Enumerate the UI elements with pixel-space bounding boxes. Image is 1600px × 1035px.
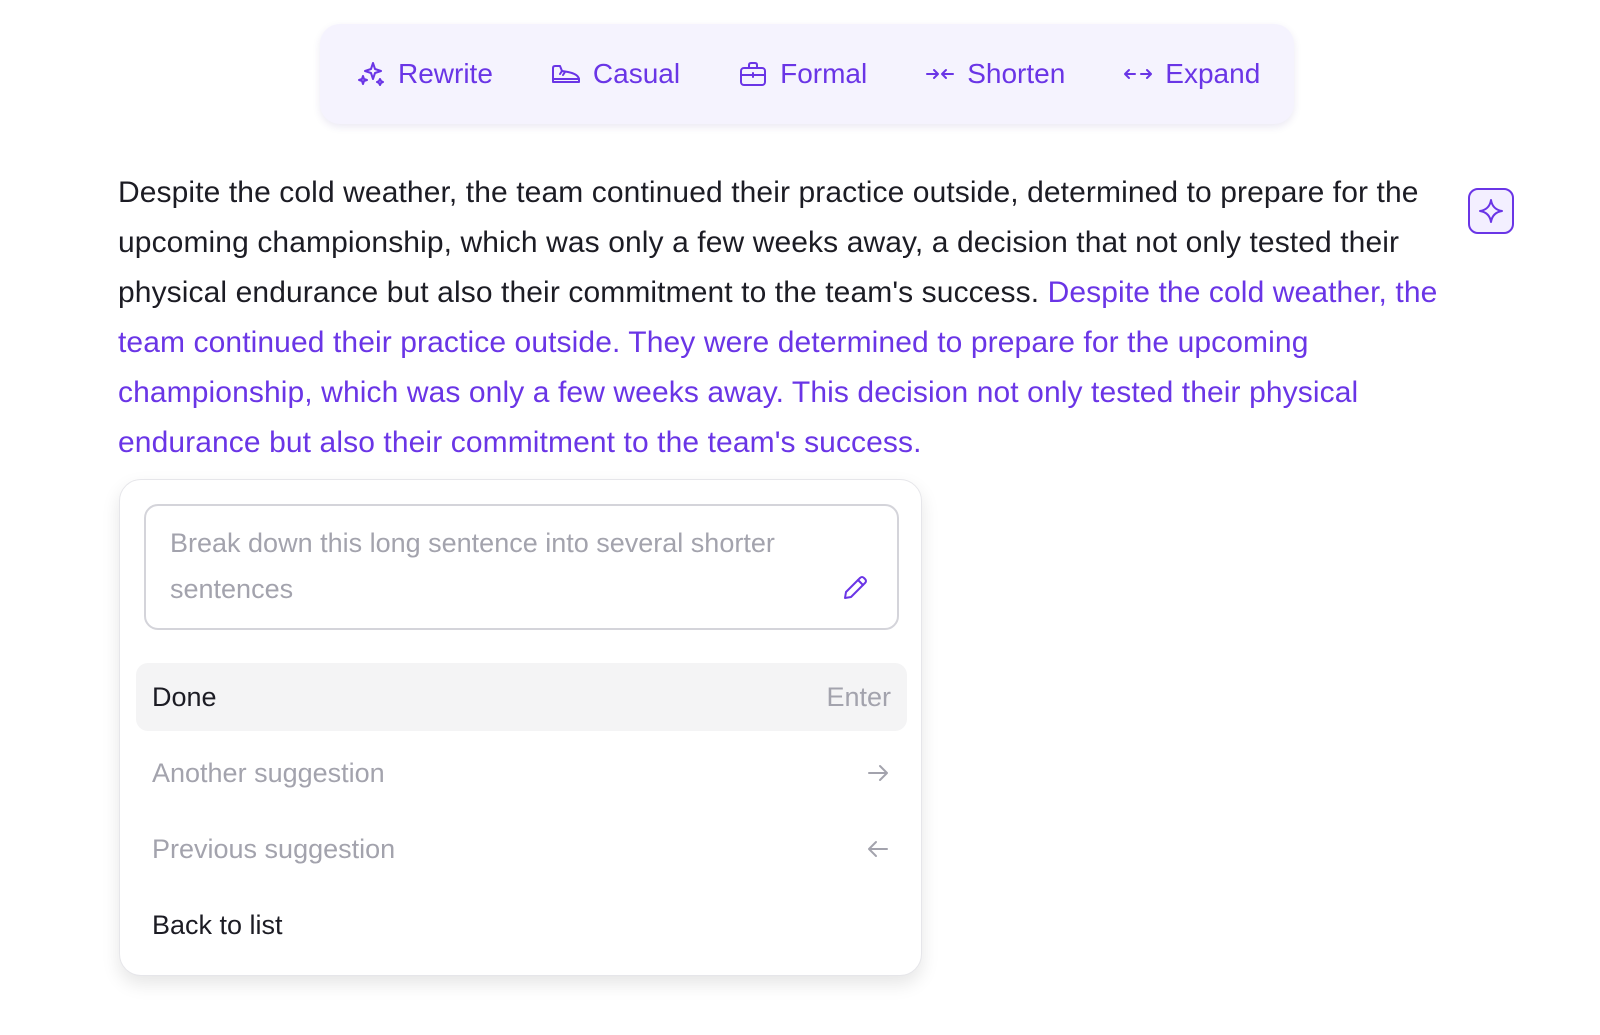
pencil-icon[interactable] xyxy=(839,572,871,604)
formal-button[interactable]: Formal xyxy=(736,57,867,91)
back-to-list-option[interactable]: Back to list xyxy=(136,891,907,959)
ai-toolbar: Rewrite Casual Formal Shorten Expand xyxy=(320,24,1294,124)
rewrite-button[interactable]: Rewrite xyxy=(354,57,493,91)
prompt-text: Break down this long sentence into sever… xyxy=(170,528,775,604)
suggestion-popup: Break down this long sentence into sever… xyxy=(119,479,922,976)
expand-label: Expand xyxy=(1165,58,1261,89)
another-suggestion-option[interactable]: Another suggestion xyxy=(136,739,907,807)
expand-button[interactable]: Expand xyxy=(1121,57,1260,91)
sparkles-icon xyxy=(354,57,388,91)
previous-suggestion-label: Previous suggestion xyxy=(152,833,396,864)
back-to-list-label: Back to list xyxy=(152,909,283,940)
arrow-left-icon xyxy=(865,836,891,862)
previous-suggestion-option[interactable]: Previous suggestion xyxy=(136,815,907,883)
ai-assist-button[interactable] xyxy=(1468,188,1514,234)
shorten-button[interactable]: Shorten xyxy=(923,57,1065,91)
prompt-field[interactable]: Break down this long sentence into sever… xyxy=(144,504,899,630)
arrows-outward-icon xyxy=(1121,57,1155,91)
editor-paragraph[interactable]: Despite the cold weather, the team conti… xyxy=(118,168,1458,468)
formal-label: Formal xyxy=(780,58,868,89)
shorten-label: Shorten xyxy=(967,58,1066,89)
done-label: Done xyxy=(152,681,217,712)
briefcase-icon xyxy=(736,57,770,91)
sparkle-icon xyxy=(1477,197,1505,225)
done-option[interactable]: Done Enter xyxy=(136,663,907,731)
enter-shortcut: Enter xyxy=(826,681,891,712)
rewrite-label: Rewrite xyxy=(398,58,493,89)
arrows-inward-icon xyxy=(923,57,957,91)
arrow-right-icon xyxy=(865,760,891,786)
casual-button[interactable]: Casual xyxy=(549,57,680,91)
sneaker-icon xyxy=(549,57,583,91)
casual-label: Casual xyxy=(592,58,681,89)
another-suggestion-label: Another suggestion xyxy=(152,757,385,788)
